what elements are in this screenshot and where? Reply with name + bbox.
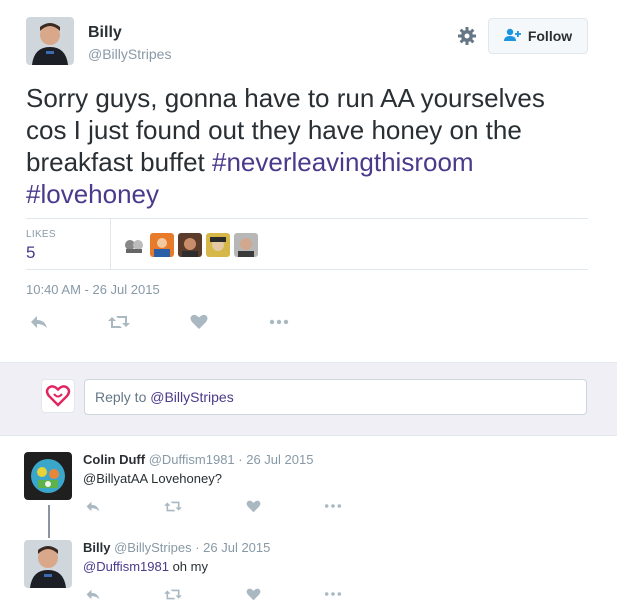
reply-mention: @BillyStripes	[150, 389, 234, 405]
retweet-icon[interactable]	[106, 310, 132, 334]
reply-input[interactable]: Reply to @BillyStripes	[84, 379, 587, 415]
author-handle[interactable]: @BillyStripes	[88, 46, 171, 62]
reply-icon[interactable]	[26, 310, 52, 334]
hashtag-link[interactable]: #neverleavingthisroom	[212, 147, 474, 177]
more-dots-icon[interactable]	[266, 310, 292, 334]
like-heart-icon[interactable]	[243, 584, 263, 604]
reply-icon[interactable]	[83, 496, 103, 516]
liker-avatar[interactable]	[206, 233, 230, 257]
liker-avatar[interactable]	[122, 233, 146, 257]
tweet-actions	[26, 310, 326, 334]
reply-author[interactable]: Colin Duff @Duffism1981 · 26 Jul 2015	[83, 452, 313, 467]
reply-item: Colin Duff @Duffism1981 · 26 Jul 2015 @B…	[24, 452, 594, 522]
gear-icon[interactable]	[456, 25, 478, 47]
more-dots-icon[interactable]	[323, 584, 343, 604]
reply-author[interactable]: Billy @BillyStripes · 26 Jul 2015	[83, 540, 270, 555]
reply-prefix: Reply to	[95, 389, 151, 405]
tweet-timestamp[interactable]: 10:40 AM - 26 Jul 2015	[26, 282, 160, 297]
reply-actions	[83, 584, 383, 604]
thread-connector-line	[48, 505, 50, 538]
reply-text: @BillyatAA Lovehoney?	[83, 471, 222, 486]
reply-meta: @Duffism1981 · 26 Jul 2015	[148, 452, 314, 467]
author-avatar[interactable]	[26, 17, 74, 65]
hashtag-link[interactable]: #lovehoney	[26, 179, 159, 209]
author-name[interactable]: Billy	[88, 24, 122, 42]
reply-icon[interactable]	[83, 584, 103, 604]
reply-author-name: Billy	[83, 540, 111, 555]
reply-meta: @BillyStripes · 26 Jul 2015	[114, 540, 271, 555]
follow-person-plus-icon	[503, 28, 522, 45]
tweet-text: Sorry guys, gonna have to run AA yoursel…	[26, 82, 591, 210]
likers-avatars	[122, 233, 258, 257]
like-heart-icon[interactable]	[243, 496, 263, 516]
retweet-icon[interactable]	[163, 584, 183, 604]
reply-text: @Duffism1981 oh my	[83, 559, 208, 574]
like-heart-icon[interactable]	[186, 310, 212, 334]
reply-actions	[83, 496, 383, 516]
tweet-header: Billy @BillyStripes Follow	[26, 17, 591, 67]
tweet-stats: LIKES 5	[26, 218, 588, 270]
likes-label: LIKES	[26, 229, 56, 240]
lovehoney-heart-logo-icon	[41, 379, 75, 413]
reply-body: oh my	[168, 559, 208, 574]
reply-mention-link[interactable]: @Duffism1981	[83, 559, 169, 574]
reply-item: Billy @BillyStripes · 26 Jul 2015 @Duffi…	[24, 540, 594, 606]
follow-button[interactable]: Follow	[488, 18, 588, 54]
follow-label: Follow	[527, 28, 573, 44]
liker-avatar[interactable]	[234, 233, 258, 257]
reply-avatar[interactable]	[24, 452, 72, 500]
reply-author-name: Colin Duff	[83, 452, 146, 467]
reply-avatar[interactable]	[24, 540, 72, 588]
liker-avatar[interactable]	[178, 233, 202, 257]
reply-box: Reply to @BillyStripes	[0, 362, 617, 436]
likes-count[interactable]: 5	[26, 243, 35, 263]
retweet-icon[interactable]	[163, 496, 183, 516]
liker-avatar[interactable]	[150, 233, 174, 257]
more-dots-icon[interactable]	[323, 496, 343, 516]
stats-divider	[110, 219, 111, 269]
